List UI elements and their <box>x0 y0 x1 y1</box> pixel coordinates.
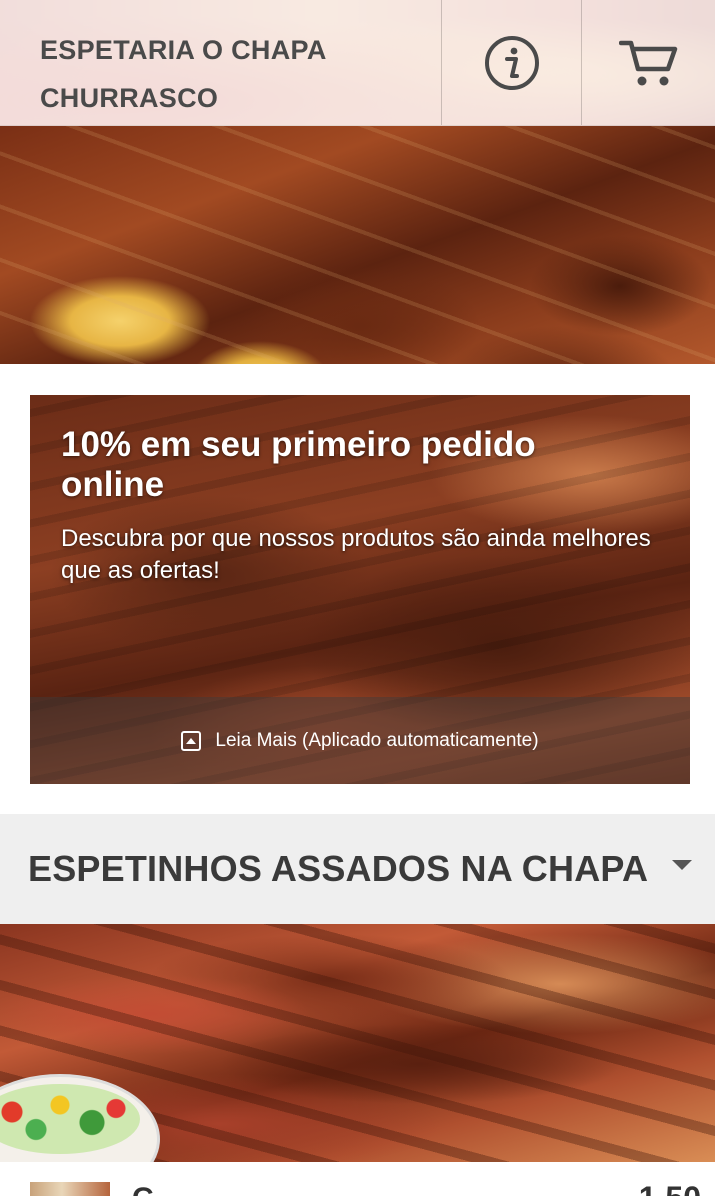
promo-description: Descubra por que nossos produtos são ain… <box>61 525 651 584</box>
chevron-down-icon <box>672 860 692 870</box>
menu-item-name: C <box>132 1182 154 1196</box>
read-more-button[interactable]: Leia Mais (Aplicado automaticamente) <box>30 697 690 784</box>
info-icon <box>484 35 539 90</box>
restaurant-name: ESPETARIA O CHAPA CHURRASCO <box>0 0 441 125</box>
category-title: ESPETINHOS ASSADOS NA CHAPA <box>28 848 649 889</box>
hero-image <box>0 126 715 364</box>
menu-item-thumbnail <box>30 1182 110 1196</box>
promo-title: 10% em seu primeiro pedido online <box>61 425 536 504</box>
category-image <box>0 924 715 1162</box>
restaurant-name-line2: CHURRASCO <box>40 83 219 113</box>
expand-icon <box>181 730 202 751</box>
restaurant-name-line1: ESPETARIA O CHAPA <box>40 35 327 65</box>
cart-button[interactable] <box>581 0 715 125</box>
category-header[interactable]: ESPETINHOS ASSADOS NA CHAPA <box>0 814 715 924</box>
hero-texture <box>0 126 715 364</box>
info-button[interactable] <box>441 0 581 125</box>
read-more-label: Leia Mais (Aplicado automaticamente) <box>215 729 539 751</box>
cart-icon <box>618 40 677 85</box>
top-header: ESPETARIA O CHAPA CHURRASCO <box>0 0 715 126</box>
menu-item-price: 1,50 <box>639 1180 701 1196</box>
menu-item[interactable]: C 1,50 <box>0 1162 715 1196</box>
promo-card[interactable]: 10% em seu primeiro pedido online Descub… <box>30 395 690 784</box>
